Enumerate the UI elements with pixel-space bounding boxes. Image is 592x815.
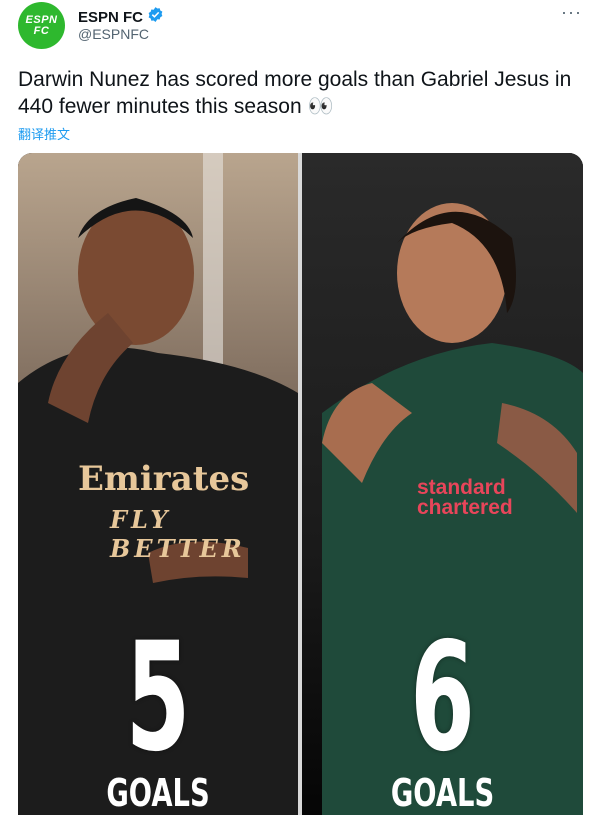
avatar-logo-text: ESPN FC (25, 13, 58, 37)
tweet-media-image[interactable]: Emirates FLY BETTER 5 GOALS standard cha… (18, 153, 583, 815)
right-shirt-sponsor: standard chartered (417, 476, 513, 519)
jesus-goal-count: 5 (125, 611, 191, 785)
jesus-panel: Emirates FLY BETTER 5 GOALS (18, 153, 298, 815)
user-handle[interactable]: @ESPNFC (78, 26, 149, 42)
espn-fc-avatar[interactable]: ESPN FC (18, 2, 65, 49)
left-shirt-sponsor-tagline: FLY BETTER (110, 505, 246, 563)
more-options-button[interactable]: ··· (561, 2, 582, 23)
nunez-goals-label: GOALS (390, 771, 495, 815)
tweet-text: Darwin Nunez has scored more goals than … (18, 68, 572, 118)
nunez-goal-count: 6 (410, 611, 475, 785)
verified-badge-icon (147, 6, 164, 28)
author-name-row: ESPN FC (78, 6, 164, 28)
jesus-goals-label: GOALS (106, 771, 210, 815)
display-name[interactable]: ESPN FC (78, 9, 143, 26)
left-shirt-sponsor: Emirates (78, 459, 250, 499)
translate-tweet-link[interactable]: 翻译推文 (18, 124, 70, 143)
nunez-panel: standard chartered 6 GOALS (302, 153, 583, 815)
